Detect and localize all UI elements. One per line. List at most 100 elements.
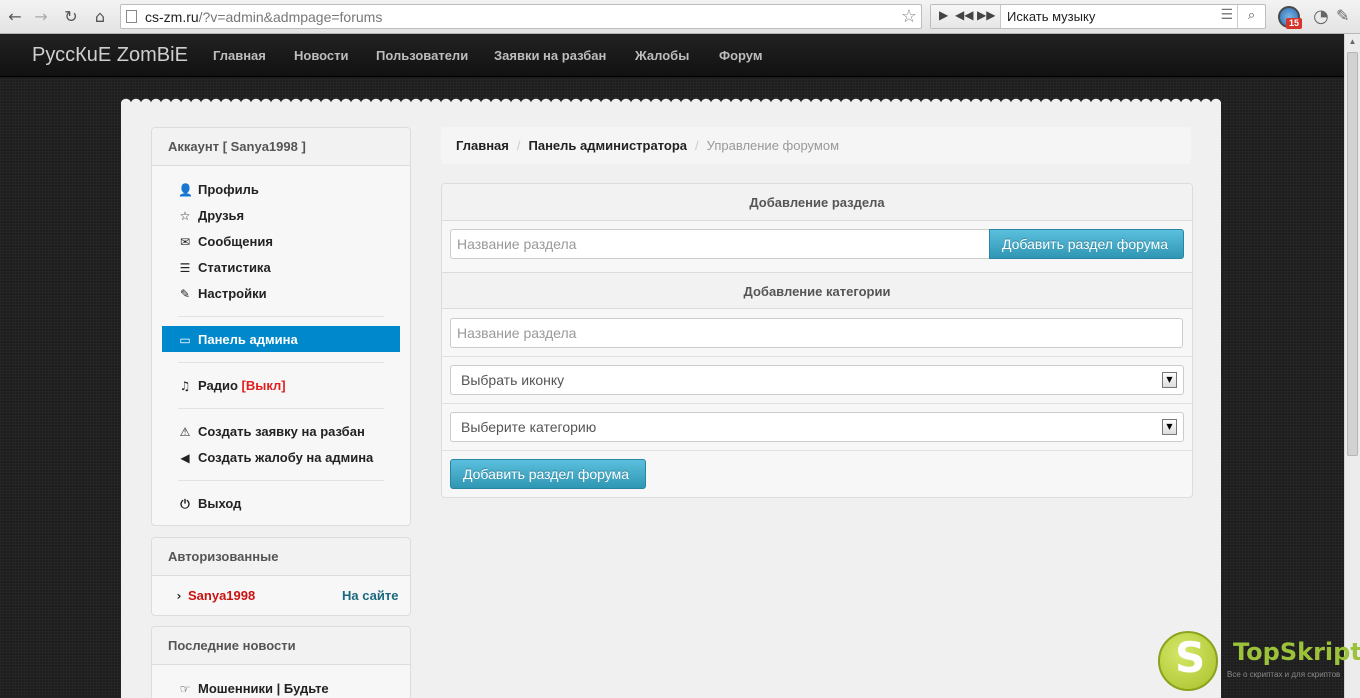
- breadcrumb-admin[interactable]: Панель администратора: [529, 138, 688, 153]
- menu-unban-request[interactable]: ⚠ Создать заявку на разбан: [178, 424, 365, 439]
- watermark-tagline: Все о скриптах и для скриптов: [1227, 670, 1341, 679]
- browser-menu-wrench-icon[interactable]: ✎: [1336, 6, 1349, 25]
- menu-admin-panel[interactable]: ▭ Панель админа: [162, 326, 400, 352]
- menu-messages[interactable]: ✉ Сообщения: [178, 234, 273, 249]
- user-icon: 👤: [178, 183, 193, 197]
- form-divider: [442, 356, 1192, 357]
- list-icon: ☰: [179, 261, 191, 275]
- reload-icon[interactable]: ↻: [60, 6, 82, 28]
- news-panel-title: Последние новости: [152, 627, 410, 665]
- account-panel: Аккаунт [ Sanya1998 ] 👤 Профиль ☆ Друзья ✉…: [151, 127, 411, 526]
- authorized-panel-title: Авторизованные: [152, 538, 410, 576]
- form-divider: [442, 450, 1192, 451]
- warning-icon: ⚠: [179, 425, 191, 439]
- breadcrumb-home[interactable]: Главная: [456, 138, 509, 153]
- browser-toolbar: ← → ↻ ⌂ cs-zm.ru/?v=admin&admpage=forums…: [0, 0, 1360, 34]
- page-icon: [126, 10, 137, 23]
- breadcrumb-separator: /: [516, 138, 521, 153]
- authorized-user-name: Sanya1998: [188, 588, 256, 603]
- hand-pointer-icon: ☞: [179, 682, 191, 696]
- url-path: /?v=admin&admpage=forums: [198, 9, 383, 25]
- menu-admin-panel-label: Панель админа: [198, 332, 298, 347]
- menu-unban-request-label: Создать заявку на разбан: [198, 424, 365, 439]
- category-form-title: Добавление категории: [442, 272, 1192, 309]
- megaphone-icon: ◀: [180, 451, 190, 465]
- url-text: cs-zm.ru/?v=admin&admpage=forums: [145, 9, 382, 25]
- menu-settings[interactable]: ✎ Настройки: [178, 286, 267, 301]
- nav-news[interactable]: Новости: [294, 48, 349, 63]
- music-note-icon: ♫: [179, 379, 191, 393]
- menu-radio[interactable]: ♫ Радио [Выкл]: [178, 378, 286, 393]
- divider: [178, 480, 384, 481]
- bookmark-star-icon[interactable]: ☆: [901, 6, 917, 27]
- nav-complaints[interactable]: Жалобы: [635, 48, 689, 63]
- radio-status: [Выкл]: [241, 378, 286, 393]
- menu-statistics[interactable]: ☰ Статистика: [178, 260, 271, 275]
- section-name-input[interactable]: Название раздела: [450, 229, 990, 259]
- site-navbar: РуссКuЕ ZomBiE Главная Новости Пользоват…: [0, 35, 1344, 77]
- folder-icon: ▭: [179, 333, 191, 347]
- menu-friends-label: Друзья: [198, 208, 245, 223]
- news-panel: Последние новости ☞ Мошенники | Будьте: [151, 626, 411, 698]
- category-select-value: Выберите категорию: [461, 419, 597, 435]
- star-icon: ☆: [179, 209, 191, 223]
- watermark-logo-letter: S: [1175, 633, 1206, 682]
- add-category-button[interactable]: Добавить раздел форума: [450, 459, 646, 489]
- chevron-down-icon[interactable]: ▼: [1162, 372, 1177, 388]
- account-panel-title: Аккаунт [ Sanya1998 ]: [152, 128, 410, 166]
- scrollbar-thumb[interactable]: [1347, 52, 1358, 456]
- nav-users[interactable]: Пользователи: [376, 48, 468, 63]
- menu-profile[interactable]: 👤 Профиль: [178, 182, 259, 197]
- nav-home[interactable]: Главная: [213, 48, 266, 63]
- menu-settings-label: Настройки: [198, 286, 267, 301]
- scroll-up-arrow-icon[interactable]: ▲: [1345, 34, 1360, 50]
- rewind-icon[interactable]: ◀◀: [955, 8, 973, 22]
- authorized-panel: Авторизованные › Sanya1998 На сайте: [151, 537, 411, 616]
- url-host: cs-zm.ru: [145, 9, 199, 25]
- music-menu-icon[interactable]: ☰: [1220, 7, 1233, 23]
- page-scrollbar[interactable]: ▲: [1344, 34, 1360, 698]
- breadcrumb: Главная / Панель администратора / Управление…: [441, 127, 1191, 164]
- fast-forward-icon[interactable]: ▶▶: [977, 8, 995, 22]
- chevron-right-icon: ›: [176, 589, 182, 603]
- play-icon[interactable]: ▶: [939, 8, 948, 22]
- nav-forum[interactable]: Форум: [719, 48, 762, 63]
- site-brand[interactable]: РуссКuЕ ZomBiE: [32, 44, 188, 67]
- menu-radio-label: Радио: [198, 378, 238, 393]
- divider: [178, 316, 384, 317]
- menu-friends[interactable]: ☆ Друзья: [178, 208, 245, 223]
- wrench-icon: ✎: [179, 287, 191, 301]
- divider: [178, 362, 384, 363]
- authorized-user[interactable]: › Sanya1998: [174, 588, 256, 603]
- forum-management-form: Добавление раздела Название раздела Доба…: [441, 183, 1193, 498]
- chevron-down-icon[interactable]: ▼: [1162, 419, 1177, 435]
- container-scalloped-edge: [121, 96, 1221, 104]
- menu-logout[interactable]: ⏻ Выход: [178, 496, 241, 512]
- address-bar[interactable]: cs-zm.ru/?v=admin&admpage=forums ☆: [120, 4, 922, 29]
- icon-select[interactable]: Выбрать иконку ▼: [450, 365, 1184, 395]
- extension-badge: 15: [1286, 18, 1302, 29]
- menu-messages-label: Сообщения: [198, 234, 273, 249]
- menu-statistics-label: Статистика: [198, 260, 271, 275]
- music-search-icon[interactable]: ⌕: [1237, 5, 1265, 28]
- add-section-button[interactable]: Добавить раздел форума: [989, 229, 1184, 259]
- form-divider: [442, 403, 1192, 404]
- section-form-title: Добавление раздела: [442, 184, 1192, 221]
- divider: [178, 408, 384, 409]
- music-controls: ▶ ◀◀ ▶▶: [931, 5, 1001, 28]
- envelope-icon: ✉: [179, 235, 191, 249]
- category-name-input[interactable]: Название раздела: [450, 318, 1183, 348]
- nav-unban-requests[interactable]: Заявки на разбан: [494, 48, 606, 63]
- icon-select-value: Выбрать иконку: [461, 372, 565, 388]
- breadcrumb-separator: /: [695, 138, 699, 153]
- forward-arrow-icon[interactable]: →: [30, 6, 52, 28]
- back-arrow-icon[interactable]: ←: [4, 6, 26, 28]
- news-item[interactable]: ☞ Мошенники | Будьте: [178, 681, 329, 696]
- extension-2-icon[interactable]: ◔: [1310, 6, 1332, 28]
- menu-complaint[interactable]: ◀ Создать жалобу на админа: [178, 450, 373, 465]
- music-search-input[interactable]: Искать музыку: [1007, 9, 1095, 24]
- menu-complaint-label: Создать жалобу на админа: [198, 450, 374, 465]
- category-select[interactable]: Выберите категорию ▼: [450, 412, 1184, 442]
- home-icon[interactable]: ⌂: [89, 6, 111, 28]
- breadcrumb-current: Управление форумом: [706, 138, 840, 153]
